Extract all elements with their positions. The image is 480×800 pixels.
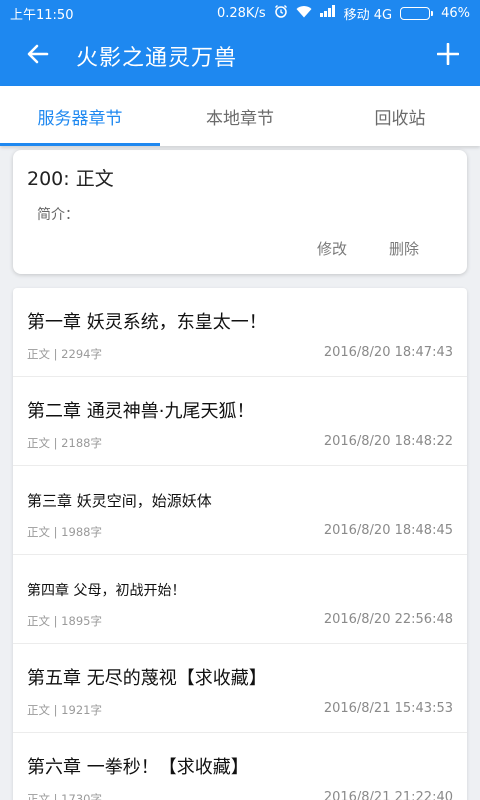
tab-server-chapters[interactable]: 服务器章节 [0, 86, 160, 146]
add-button[interactable] [416, 26, 480, 86]
signal-icon [319, 5, 336, 21]
tab-bar: 服务器章节 本地章节 回收站 [0, 86, 480, 146]
chapter-meta: 正文 | 1988字 [27, 525, 102, 539]
chapter-row[interactable]: 第四章 父母，初战开始！ 正文 | 1895字 2016/8/20 22:56:… [13, 555, 467, 644]
chapter-meta: 正文 | 1895字 [27, 614, 102, 628]
chapter-title: 第一章 妖灵系统，东皇太一！ [27, 312, 267, 333]
chapter-date: 2016/8/20 18:48:45 [323, 523, 453, 538]
delete-volume-button[interactable]: 删除 [389, 238, 419, 259]
plus-icon [436, 42, 460, 69]
carrier-label: 移动 4G [343, 7, 393, 23]
app-bar: 火影之通灵万兽 [0, 26, 480, 86]
volume-intro: 简介： [37, 207, 79, 223]
chapter-title: 第六章 一拳秒！【求收藏】 [27, 757, 249, 778]
tab-local-chapters[interactable]: 本地章节 [160, 86, 320, 146]
chapter-meta: 正文 | 1730字 [27, 792, 102, 800]
chapter-list: 第一章 妖灵系统，东皇太一！ 正文 | 2294字 2016/8/20 18:4… [13, 288, 467, 800]
arrow-left-icon [26, 42, 50, 70]
chapter-meta: 正文 | 2188字 [27, 436, 102, 450]
chapter-meta: 正文 | 1921字 [27, 703, 102, 717]
volume-title: 200: 正文 [27, 168, 114, 190]
chapter-content[interactable]: 200: 正文 简介： 修改 删除 第一章 妖灵系统，东皇太一！ 正文 | 22… [0, 146, 480, 800]
chapter-row[interactable]: 第五章 无尽的蔑视【求收藏】 正文 | 1921字 2016/8/21 15:4… [13, 644, 467, 733]
chapter-row[interactable]: 第一章 妖灵系统，东皇太一！ 正文 | 2294字 2016/8/20 18:4… [13, 288, 467, 377]
page-title: 火影之通灵万兽 [76, 46, 238, 71]
volume-card[interactable]: 200: 正文 简介： 修改 删除 [13, 150, 467, 274]
chapter-date: 2016/8/20 22:56:48 [323, 612, 453, 627]
back-button[interactable] [0, 26, 76, 86]
chapter-date: 2016/8/21 21:22:40 [323, 790, 453, 800]
chapter-date: 2016/8/20 18:47:43 [323, 345, 453, 360]
chapter-row[interactable]: 第六章 一拳秒！【求收藏】 正文 | 1730字 2016/8/21 21:22… [13, 733, 467, 800]
battery-icon [400, 6, 434, 20]
chapter-meta: 正文 | 2294字 [27, 347, 102, 361]
chapter-row[interactable]: 第二章 通灵神兽·九尾天狐！ 正文 | 2188字 2016/8/20 18:4… [13, 377, 467, 466]
wifi-icon [296, 5, 312, 22]
status-bar: 上午11:50 0.28K/s 移动 4G 46% [0, 0, 480, 26]
tab-recycle-bin[interactable]: 回收站 [320, 86, 480, 146]
chapter-title: 第五章 无尽的蔑视【求收藏】 [27, 668, 267, 689]
alarm-icon [274, 4, 288, 22]
chapter-title: 第二章 通灵神兽·九尾天狐！ [27, 401, 255, 422]
chapter-date: 2016/8/21 15:43:53 [323, 701, 453, 716]
chapter-title: 第三章 妖灵空间，始源妖体 [27, 492, 212, 510]
status-time: 上午11:50 [10, 7, 74, 23]
chapter-date: 2016/8/20 18:48:22 [323, 434, 453, 449]
edit-volume-button[interactable]: 修改 [317, 238, 347, 259]
chapter-row[interactable]: 第三章 妖灵空间，始源妖体 正文 | 1988字 2016/8/20 18:48… [13, 466, 467, 555]
battery-percent: 46% [441, 5, 470, 21]
chapter-title: 第四章 父母，初战开始！ [27, 583, 186, 599]
network-speed: 0.28K/s [216, 5, 266, 21]
